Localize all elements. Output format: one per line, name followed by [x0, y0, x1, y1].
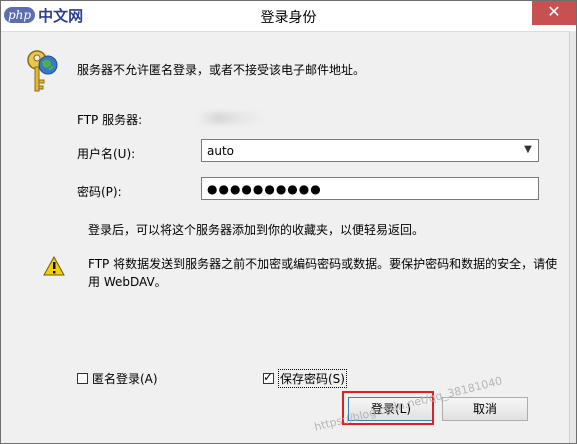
anonymous-checkbox-box[interactable]: [77, 373, 88, 384]
chevron-down-icon[interactable]: ▼: [522, 144, 534, 156]
security-warning-text: FTP 将数据发送到服务器之前不加密或编码密码或数据。要保护密码和数据的安全，请…: [88, 257, 558, 289]
window-title: 登录身份: [260, 10, 317, 26]
window-edge: [569, 31, 576, 443]
cancel-button[interactable]: 取消: [442, 397, 528, 421]
anonymous-login-checkbox[interactable]: 匿名登录(A): [77, 370, 158, 387]
ftp-server-value-blurred: [197, 112, 267, 124]
save-password-checkbox-label[interactable]: 保存密码(S): [278, 369, 347, 388]
close-button[interactable]: ✕: [532, 1, 576, 25]
message-text: 服务器不允许匿名登录，或者不接受该电子邮件地址。: [77, 63, 366, 77]
anonymous-checkbox-label[interactable]: 匿名登录(A): [92, 370, 158, 387]
key-globe-icon: [27, 50, 58, 92]
checkmark-icon: ✓: [263, 370, 274, 384]
password-field[interactable]: ●●●●●●●●●●: [201, 177, 539, 200]
save-password-checkbox-box[interactable]: ✓: [263, 370, 274, 384]
ftp-server-label: FTP 服务器:: [77, 113, 143, 127]
username-value: auto: [207, 144, 235, 158]
login-dialog: php 中文网 登录身份 ✕ 服务器不允许匿名登录，或者不接受该电子邮件地址。 …: [0, 0, 577, 444]
password-value: ●●●●●●●●●●: [207, 182, 322, 196]
favorites-info-text: 登录后，可以将这个服务器添加到你的收藏夹，以便轻易返回。: [88, 223, 425, 237]
username-label: 用户名(U):: [77, 147, 136, 161]
save-password-checkbox[interactable]: ✓ 保存密码(S): [263, 369, 347, 388]
username-combobox[interactable]: auto ▼: [201, 139, 539, 162]
warning-icon: [43, 256, 65, 276]
title-bar: php 中文网 登录身份 ✕: [1, 1, 576, 32]
password-label: 密码(P):: [77, 185, 122, 199]
